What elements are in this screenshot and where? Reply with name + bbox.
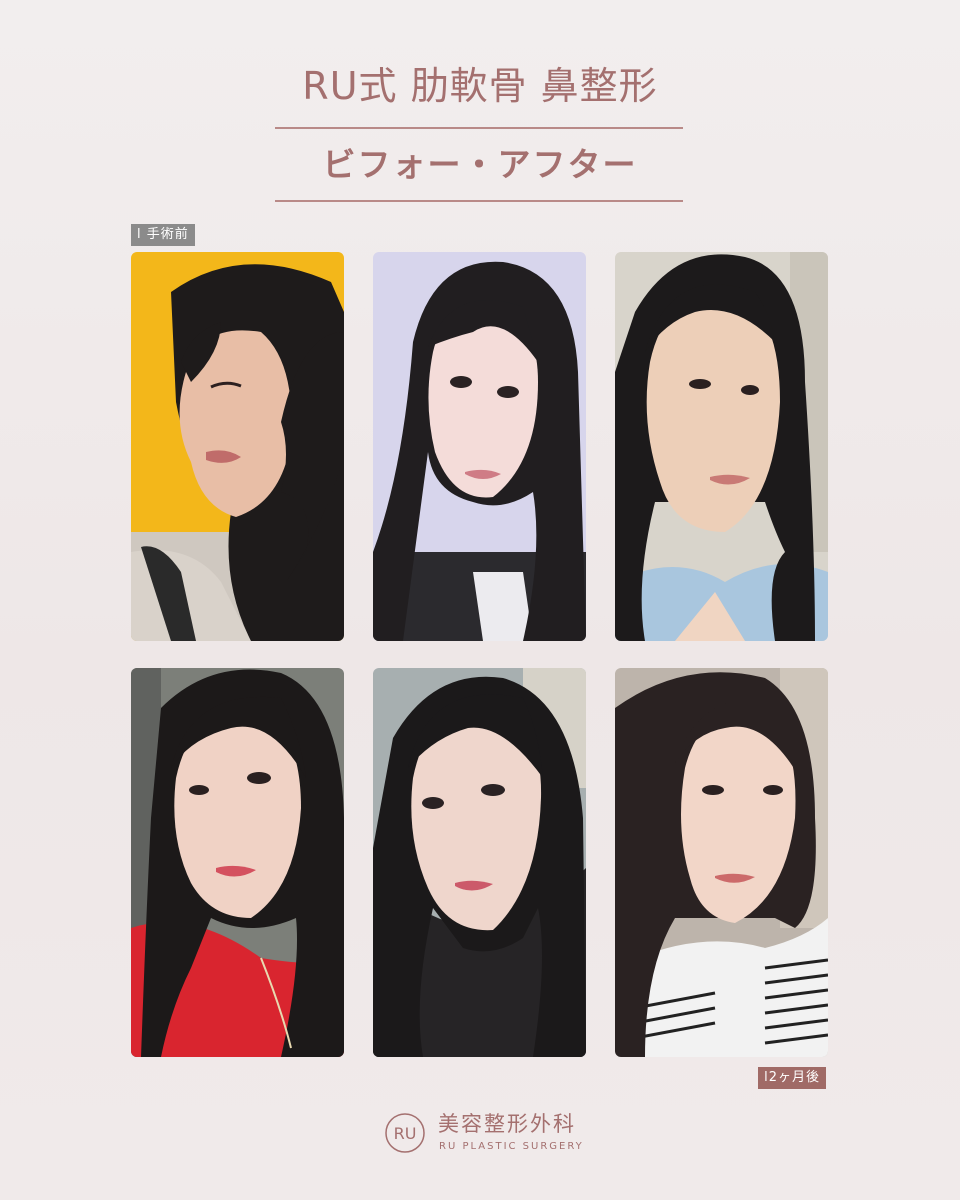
logo-monogram: RU — [394, 1124, 417, 1143]
photo-after-right-profile — [615, 668, 828, 1057]
after-label: l2ヶ月後 — [758, 1067, 826, 1089]
photo-before-front — [373, 252, 586, 641]
brand-name-jp: 美容整形外科 — [438, 1112, 576, 1136]
title-divider-bottom — [275, 200, 683, 202]
brand-name-en: RU PLASTIC SURGERY — [439, 1141, 584, 1152]
photo-before-right-profile — [615, 252, 828, 641]
page-title: RU式 肋軟骨 鼻整形 — [302, 64, 658, 108]
photo-before-left-profile — [131, 252, 344, 641]
photo-after-left-profile — [131, 668, 344, 1057]
brand-logo: RU 美容整形外科 RU PLASTIC SURGERY — [384, 1110, 584, 1160]
ru-monogram-icon: RU — [385, 1113, 425, 1153]
page-subtitle: ビフォー・アフター — [322, 145, 638, 184]
photo-after-front — [373, 668, 586, 1057]
title-divider-top — [275, 127, 683, 129]
before-label: l 手術前 — [131, 224, 195, 246]
